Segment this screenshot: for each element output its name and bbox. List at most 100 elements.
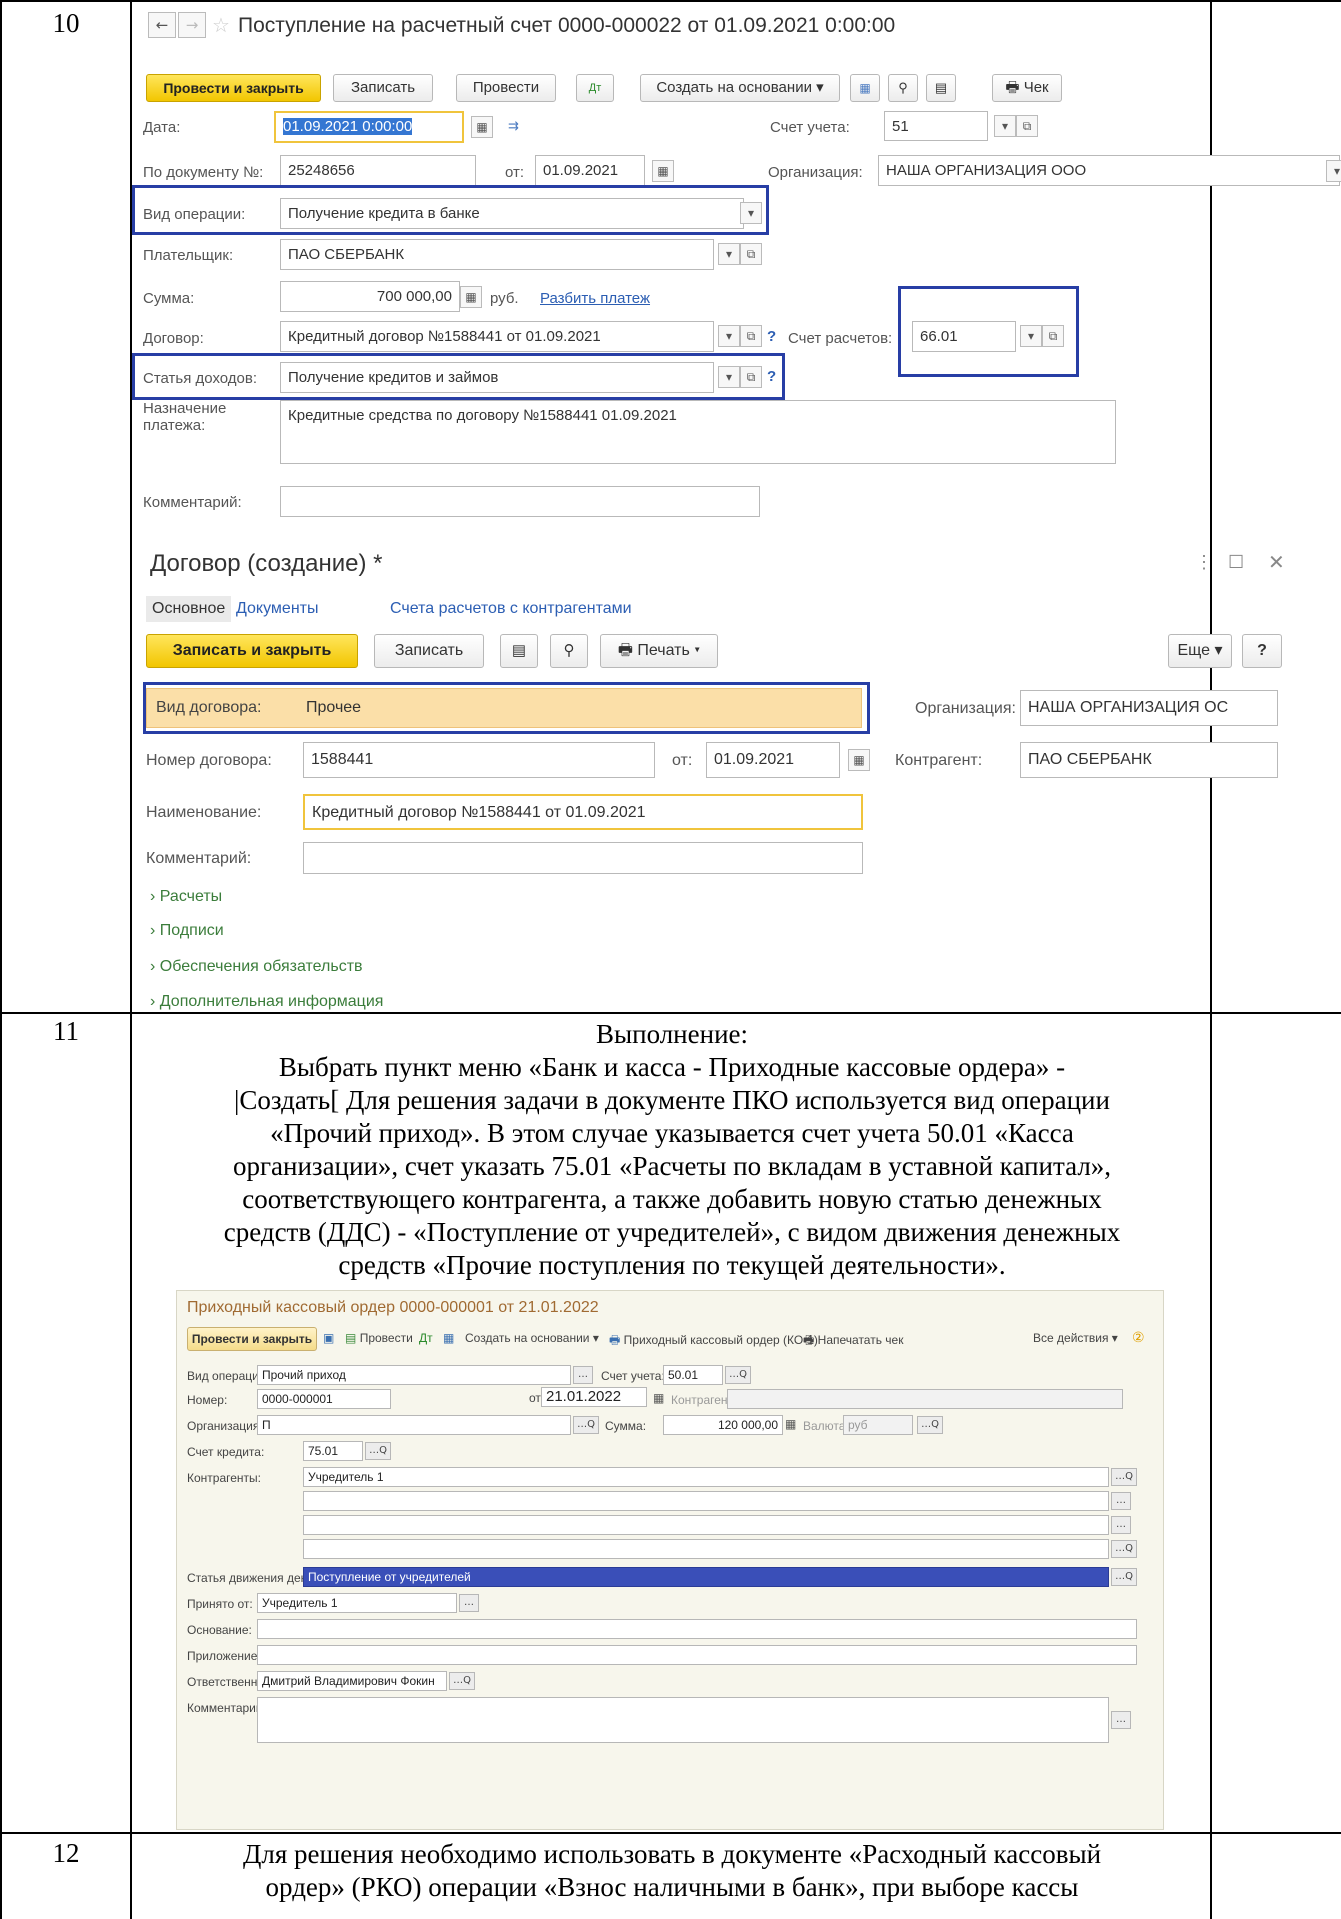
counterparty-field[interactable]: [727, 1389, 1123, 1409]
basis-field[interactable]: [257, 1619, 1137, 1639]
credit-field[interactable]: 75.01: [303, 1441, 363, 1461]
contract-field[interactable]: Кредитный договор №1588441 от 01.09.2021: [280, 321, 714, 352]
select-search-icon[interactable]: …Q: [917, 1416, 943, 1434]
select-icon[interactable]: …: [573, 1366, 593, 1384]
name-field[interactable]: Кредитный договор №1588441 от 01.09.2021: [303, 794, 863, 830]
open-icon[interactable]: ⧉: [1016, 115, 1038, 137]
comment-field[interactable]: [280, 486, 760, 517]
attachment-field[interactable]: [257, 1645, 1137, 1665]
select-search-icon[interactable]: …Q: [449, 1672, 475, 1690]
account-field[interactable]: 51: [884, 111, 988, 141]
counterparty-field[interactable]: ПАО СБЕРБАНК: [1020, 742, 1278, 778]
dropdown-icon[interactable]: ▾: [1326, 160, 1341, 182]
star-icon[interactable]: ☆: [212, 13, 230, 38]
dropdown-icon[interactable]: ▾: [994, 115, 1016, 137]
subconto-field[interactable]: [303, 1491, 1109, 1511]
org-field[interactable]: НАША ОРГАНИЗАЦИЯ ООО: [878, 155, 1340, 186]
section-additional[interactable]: › Дополнительная информация: [150, 993, 383, 1011]
tab-accounts[interactable]: Счета расчетов с контрагентами: [390, 600, 632, 618]
save-button[interactable]: Записать: [374, 634, 484, 668]
print-button[interactable]: 🖶 Печать ▾: [600, 634, 718, 668]
paperclip-icon[interactable]: ⚲: [888, 74, 918, 102]
calculator-icon[interactable]: ▦: [460, 286, 482, 308]
time-icon[interactable]: ⇉: [508, 118, 519, 134]
dropdown-icon[interactable]: ▾: [718, 243, 740, 265]
select-icon[interactable]: …: [1111, 1711, 1131, 1729]
section-settlements[interactable]: › Расчеты: [150, 888, 222, 906]
paperclip-icon[interactable]: ⚲: [550, 634, 588, 668]
dropdown-icon[interactable]: ▾: [718, 325, 740, 347]
create-based-on-button[interactable]: Создать на основании ▾: [465, 1331, 599, 1345]
payer-field[interactable]: ПАО СБЕРБАНК: [280, 239, 714, 270]
save-and-close-button[interactable]: Записать и закрыть: [146, 634, 358, 668]
more-dots-icon[interactable]: ⋮: [1195, 552, 1213, 573]
save-icon[interactable]: ▣: [323, 1331, 334, 1345]
select-search-icon[interactable]: …Q: [365, 1442, 391, 1460]
open-icon[interactable]: ⧉: [740, 325, 762, 347]
open-icon[interactable]: ⧉: [740, 243, 762, 265]
post-and-close-button[interactable]: Провести и закрыть: [187, 1327, 317, 1351]
docnum-field[interactable]: 25248656: [280, 155, 476, 186]
comment-field[interactable]: [257, 1697, 1109, 1743]
calendar-icon[interactable]: ▦: [652, 160, 674, 182]
subconto-field[interactable]: [303, 1515, 1109, 1535]
help-button[interactable]: ?: [1242, 634, 1282, 668]
report-icon[interactable]: ▤: [926, 74, 956, 102]
received-from-field[interactable]: Учредитель 1: [257, 1593, 457, 1613]
back-arrow-icon[interactable]: ←: [148, 12, 176, 38]
operation-field[interactable]: Прочий приход: [257, 1365, 571, 1385]
forward-arrow-icon[interactable]: →: [178, 12, 206, 38]
print-check-button[interactable]: 🖶 Напечатать чек: [803, 1331, 903, 1352]
subconto-field[interactable]: [303, 1539, 1109, 1559]
responsible-field[interactable]: Дмитрий Владимирович Фокин: [257, 1671, 447, 1691]
more-button[interactable]: Еще ▾: [1168, 634, 1232, 668]
select-search-icon[interactable]: …Q: [573, 1416, 599, 1434]
from-field[interactable]: 21.01.2022: [541, 1387, 647, 1407]
select-search-icon[interactable]: …Q: [1111, 1468, 1137, 1486]
maximize-icon[interactable]: ☐: [1228, 552, 1244, 573]
select-icon[interactable]: …: [1111, 1492, 1131, 1510]
help-icon[interactable]: ②: [1132, 1329, 1145, 1346]
purpose-field[interactable]: Кредитные средства по договору №1588441 …: [280, 400, 1116, 464]
calendar-icon[interactable]: ▦: [471, 116, 493, 138]
from-field[interactable]: 01.09.2021: [706, 742, 840, 778]
post-and-close-button[interactable]: Провести и закрыть: [146, 74, 321, 102]
close-icon[interactable]: ✕: [1268, 550, 1285, 575]
split-payment-link[interactable]: Разбить платеж: [540, 290, 650, 307]
post-button[interactable]: ▤ Провести: [345, 1331, 413, 1345]
tab-documents[interactable]: Документы: [236, 600, 318, 618]
dt-kt-icon[interactable]: Дт: [576, 74, 614, 102]
account-field[interactable]: 50.01: [663, 1365, 723, 1385]
create-based-on-button[interactable]: Создать на основании ▾: [640, 74, 840, 102]
number-field[interactable]: 1588441: [303, 742, 655, 778]
sum-field[interactable]: 700 000,00: [280, 281, 460, 312]
comment-field[interactable]: [303, 842, 863, 874]
tab-main[interactable]: Основное: [146, 596, 232, 622]
select-search-icon[interactable]: …Q: [1111, 1568, 1137, 1586]
currency-field[interactable]: руб: [843, 1415, 913, 1435]
all-actions-button[interactable]: Все действия ▾: [1033, 1331, 1118, 1345]
section-signatures[interactable]: › Подписи: [150, 922, 224, 940]
calendar-icon[interactable]: ▦: [848, 749, 870, 771]
number-field[interactable]: 0000-000001: [257, 1389, 391, 1409]
select-icon[interactable]: …: [1111, 1516, 1131, 1534]
calculator-icon[interactable]: ▦: [785, 1417, 796, 1431]
dds-field[interactable]: Поступление от учредителей: [303, 1567, 1109, 1587]
help-icon[interactable]: ?: [767, 328, 776, 345]
report-icon[interactable]: ▤: [500, 634, 538, 668]
check-button[interactable]: 🖶 Чек: [992, 74, 1062, 102]
calendar-icon[interactable]: ▦: [653, 1391, 664, 1405]
select-search-icon[interactable]: …Q: [725, 1366, 751, 1384]
select-icon[interactable]: …: [459, 1594, 479, 1612]
section-obligations[interactable]: › Обеспечения обязательств: [150, 958, 363, 976]
counterparties-field[interactable]: Учредитель 1: [303, 1467, 1109, 1487]
save-button[interactable]: Записать: [333, 74, 433, 102]
sum-field[interactable]: 120 000,00: [663, 1415, 783, 1435]
from-field[interactable]: 01.09.2021: [535, 155, 645, 186]
dt-kt-icon[interactable]: Дт: [419, 1331, 433, 1345]
post-button[interactable]: Провести: [456, 74, 556, 102]
print-form-button[interactable]: 🖶 Приходный кассовый ордер (КО-1): [609, 1331, 818, 1352]
structure-icon[interactable]: ▦: [443, 1331, 454, 1345]
org-field[interactable]: П: [257, 1415, 571, 1435]
structure-icon[interactable]: ▦: [850, 74, 880, 102]
